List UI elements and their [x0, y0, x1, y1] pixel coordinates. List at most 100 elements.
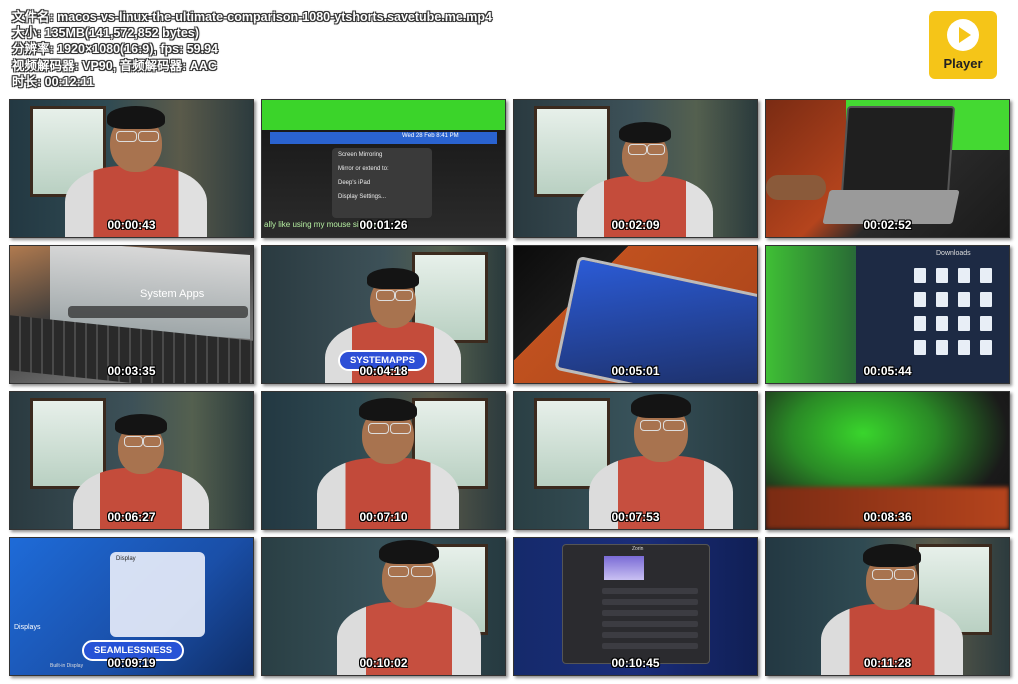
file-icon: [914, 268, 926, 283]
person-hair: [619, 122, 671, 143]
timestamp-row: 00:07:10: [262, 508, 505, 526]
settings-row: [602, 632, 698, 638]
video-thumbnail[interactable]: 00:07:53: [513, 391, 758, 530]
glasses-icon: [628, 144, 647, 156]
file-resolution: 分辨率: 1920×1080(16:9), fps: 59.94: [12, 42, 219, 57]
timestamp: 00:07:53: [611, 510, 660, 524]
timestamp: 00:01:26: [359, 218, 408, 232]
display-panel: [110, 552, 205, 637]
file-icon: [980, 340, 992, 355]
video-thumbnail[interactable]: System Apps 00:03:35: [9, 245, 254, 384]
settings-row: [602, 599, 698, 605]
file-icon: [980, 316, 992, 331]
glasses-icon: [663, 419, 685, 431]
file-size: 大小: 135MB(141,572,852 bytes): [12, 26, 199, 41]
timestamp-row: 00:05:01: [514, 362, 757, 380]
file-name: 文件名: macos-vs-linux-the-ultimate-compari…: [12, 10, 492, 24]
person-hair: [115, 414, 167, 435]
glasses-icon: [394, 290, 414, 302]
overlay-text: System Apps: [140, 288, 205, 300]
video-thumbnail[interactable]: 00:08:36: [765, 391, 1010, 530]
settings-row: [602, 643, 698, 649]
person-hair: [631, 394, 691, 419]
file-icon: [958, 292, 970, 307]
hand: [766, 175, 826, 200]
file-info: 文件名: macos-vs-linux-the-ultimate-compari…: [12, 9, 492, 90]
file-icon: [936, 316, 948, 331]
file-icon: [958, 340, 970, 355]
glasses-icon: [411, 565, 433, 577]
file-icon: [958, 316, 970, 331]
file-icon: [914, 292, 926, 307]
menu-bar-clock: Wed 28 Feb 8:41 PM: [402, 133, 459, 139]
timestamp-row: 00:10:02: [262, 654, 505, 672]
menu-item: Display Settings...: [338, 194, 387, 200]
glasses-icon: [138, 130, 159, 142]
timestamp: 00:08:36: [863, 510, 912, 524]
glasses-icon: [390, 422, 411, 434]
video-thumbnail[interactable]: Zorin 00:10:45: [513, 537, 758, 676]
video-thumbnail[interactable]: SYSTEMAPPS 00:04:18: [261, 245, 506, 384]
timestamp: 00:02:52: [863, 218, 912, 232]
glasses-icon: [116, 130, 137, 142]
glasses-icon: [640, 419, 662, 431]
video-thumbnail[interactable]: Downloads 00:05:44: [765, 245, 1010, 384]
timestamp-row: 00:06:27: [10, 508, 253, 526]
timestamp-row: 00:00:43: [10, 216, 253, 234]
glasses-icon: [142, 436, 162, 448]
video-thumbnail[interactable]: 00:11:28: [765, 537, 1010, 676]
timestamp: 00:04:18: [359, 364, 408, 378]
file-icon: [914, 340, 926, 355]
video-thumbnail[interactable]: Wed 28 Feb 8:41 PM Screen Mirroring Mirror…: [261, 99, 506, 238]
glasses-icon: [376, 290, 395, 302]
glasses-icon: [894, 568, 915, 580]
menu-item: Mirror or extend to:: [338, 166, 389, 172]
person-hair: [367, 268, 419, 289]
wallpaper-preview: [604, 556, 644, 580]
person-hair: [863, 544, 921, 568]
video-thumbnail[interactable]: 00:02:09: [513, 99, 758, 238]
timestamp-row: 00:03:35: [10, 362, 253, 380]
glasses-icon: [124, 436, 143, 448]
file-icon: [980, 268, 992, 283]
timestamp: 00:05:01: [611, 364, 660, 378]
menu-bar: [270, 132, 497, 144]
timestamp: 00:09:19: [107, 656, 156, 670]
glasses-icon: [872, 568, 893, 580]
timestamp: 00:00:43: [107, 218, 156, 232]
timestamp: 00:07:10: [359, 510, 408, 524]
file-duration: 时长: 00:12:11: [12, 74, 94, 89]
video-thumbnail[interactable]: 00:05:01: [513, 245, 758, 384]
laptop-screen: [840, 106, 956, 195]
player-logo[interactable]: Player: [929, 11, 997, 79]
menu-item: Deep's iPad: [338, 180, 371, 186]
panel-title: Display: [116, 556, 136, 562]
timestamp-row: 00:02:09: [514, 216, 757, 234]
dock: [68, 306, 248, 318]
video-thumbnail[interactable]: Display Displays Built-in Display SEAMLESSN…: [9, 537, 254, 676]
timestamp-row: 00:05:44: [766, 362, 1009, 380]
file-icon: [958, 268, 970, 283]
video-thumbnail[interactable]: 00:00:43: [9, 99, 254, 238]
timestamp: 00:02:09: [611, 218, 660, 232]
settings-row: [602, 621, 698, 627]
play-icon: [947, 19, 979, 51]
video-thumbnail[interactable]: 00:07:10: [261, 391, 506, 530]
video-thumbnail[interactable]: 00:02:52: [765, 99, 1010, 238]
timestamp: 00:05:44: [863, 364, 912, 378]
glasses-icon: [646, 144, 666, 156]
timestamp-row: 00:01:26: [262, 216, 505, 234]
timestamp: 00:10:45: [611, 656, 660, 670]
timestamp-row: 00:08:36: [766, 508, 1009, 526]
video-thumbnail[interactable]: 00:10:02: [261, 537, 506, 676]
timestamp-row: 00:09:19: [10, 654, 253, 672]
finder-title: Downloads: [936, 250, 971, 257]
menu-item: Screen Mirroring: [338, 152, 383, 158]
video-thumbnail[interactable]: 00:06:27: [9, 391, 254, 530]
person-hair: [107, 106, 165, 130]
displays-label: Displays: [14, 624, 41, 631]
timestamp-row: 00:04:18: [262, 362, 505, 380]
file-icon: [914, 316, 926, 331]
timestamp: 00:03:35: [107, 364, 156, 378]
file-icon: [936, 292, 948, 307]
